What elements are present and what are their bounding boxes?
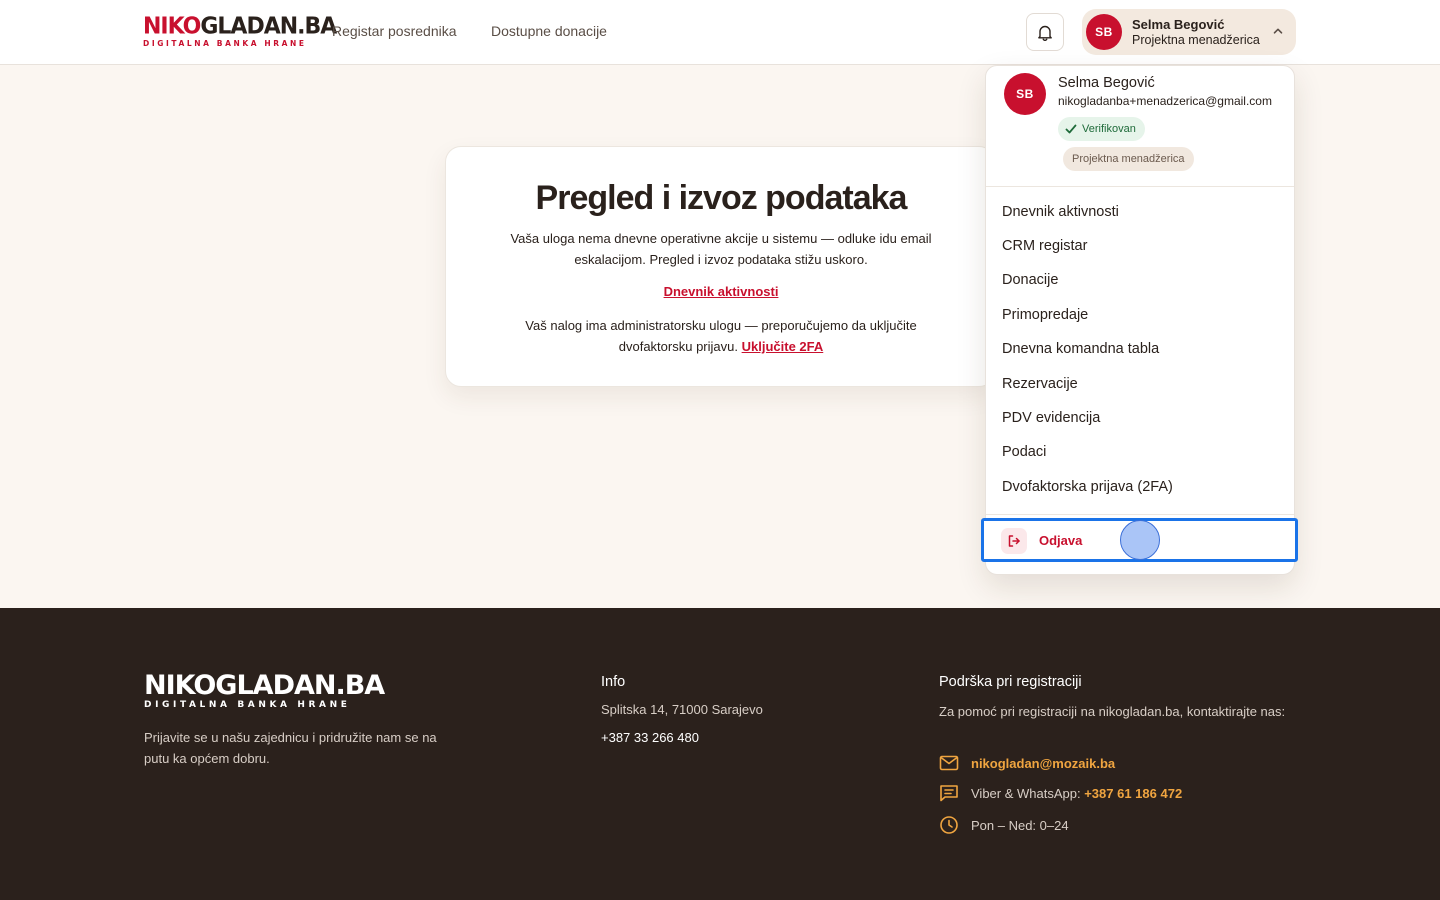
divider	[986, 514, 1294, 515]
notifications-button[interactable]	[1026, 13, 1064, 51]
mail-icon	[939, 755, 959, 771]
logo-wordmark: NIKOGLADAN.BA	[143, 13, 337, 40]
footer-logo-tagline: DIGITALNA BANKA HRANE	[144, 700, 351, 710]
nav-link-registar-posrednika[interactable]: Registar posrednika	[332, 23, 457, 39]
user-name: Selma Begović	[1132, 17, 1225, 32]
check-icon	[1065, 124, 1077, 134]
footer-email-row: nikogladan@mozaik.ba	[939, 752, 1115, 774]
footer-hours: Pon – Ned: 0–24	[971, 817, 1069, 833]
user-dropdown-menu: SB Selma Begović nikogladanba+menadzeric…	[985, 65, 1295, 575]
role-badge: Projektna menadžerica	[1063, 147, 1194, 171]
footer-viber-row: Viber & WhatsApp: +387 61 186 472	[939, 782, 1182, 804]
menu-item-2fa[interactable]: Dvofaktorska prijava (2FA)	[1002, 479, 1173, 495]
chat-icon	[940, 785, 958, 802]
footer-info-heading: Info	[601, 674, 626, 690]
footer-viber-number[interactable]: +387 61 186 472	[1084, 786, 1182, 801]
footer-email-link[interactable]: nikogladan@mozaik.ba	[971, 756, 1115, 771]
twofa-recommendation: Vaš nalog ima administratorsku ulogu — p…	[525, 318, 917, 354]
footer-description: Prijavite se u našu zajednicu i pridruži…	[144, 730, 437, 766]
menu-item-podaci[interactable]: Podaci	[1002, 444, 1046, 460]
footer-hours-row: Pon – Ned: 0–24	[939, 814, 1069, 836]
menu-item-primopredaje[interactable]: Primopredaje	[1002, 307, 1088, 323]
dropdown-user-name: Selma Begović	[1058, 75, 1155, 91]
footer-support-text: Za pomoć pri registraciji na nikogladan.…	[939, 704, 1286, 719]
menu-item-crm-registar[interactable]: CRM registar	[1002, 238, 1087, 254]
bell-icon	[1038, 25, 1052, 41]
footer-support-heading: Podrška pri registraciji	[939, 674, 1082, 690]
menu-item-dnevna-komandna-tabla[interactable]: Dnevna komandna tabla	[1002, 341, 1159, 357]
activity-log-link[interactable]: Dnevnik aktivnosti	[664, 284, 779, 299]
logo-tagline: DIGITALNA BANKA HRANE	[143, 39, 307, 48]
avatar: SB	[1086, 14, 1122, 50]
user-menu-toggle[interactable]: SB Selma Begović Projektna menadžerica	[1082, 9, 1296, 55]
menu-item-rezervacije[interactable]: Rezervacije	[1002, 376, 1078, 392]
site-footer: NIKOGLADAN.BA DIGITALNA BANKA HRANE Prij…	[0, 608, 1440, 900]
menu-item-dnevnik-aktivnosti[interactable]: Dnevnik aktivnosti	[1002, 204, 1119, 220]
logout-label: Odjava	[1039, 533, 1083, 548]
logout-icon	[1001, 528, 1027, 554]
site-logo[interactable]: NIKOGLADAN.BA DIGITALNA BANKA HRANE	[143, 13, 337, 48]
menu-item-pdv-evidencija[interactable]: PDV evidencija	[1002, 410, 1100, 426]
nav-link-dostupne-donacije[interactable]: Dostupne donacije	[491, 23, 607, 39]
footer-address: Splitska 14, 71000 Sarajevo	[601, 702, 763, 717]
menu-item-donacije[interactable]: Donacije	[1002, 272, 1058, 288]
user-role: Projektna menadžerica	[1132, 33, 1260, 47]
chevron-up-icon	[1273, 28, 1283, 34]
verified-badge: Verifikovan	[1058, 117, 1145, 141]
activity-link-row: Dnevnik aktivnosti	[446, 284, 996, 299]
dropdown-user-email: nikogladanba+menadzerica@gmail.com	[1058, 94, 1272, 108]
clock-icon	[940, 816, 958, 834]
avatar: SB	[1004, 73, 1046, 115]
footer-logo[interactable]: NIKOGLADAN.BA DIGITALNA BANKA HRANE	[144, 670, 385, 710]
enable-2fa-link[interactable]: Uključite 2FA	[742, 339, 824, 354]
page-title: Pregled i izvoz podataka	[535, 179, 908, 217]
pointer-indicator	[1120, 520, 1160, 560]
divider	[986, 186, 1294, 187]
top-header: NIKOGLADAN.BA DIGITALNA BANKA HRANE Regi…	[0, 0, 1440, 65]
overview-card: Pregled i izvoz podataka Vaša uloga nema…	[445, 146, 995, 387]
footer-phone[interactable]: +387 33 266 480	[601, 730, 699, 745]
role-info-text: Vaša uloga nema dnevne operativne akcije…	[510, 231, 932, 267]
footer-logo-wordmark: NIKOGLADAN.BA	[144, 670, 385, 701]
